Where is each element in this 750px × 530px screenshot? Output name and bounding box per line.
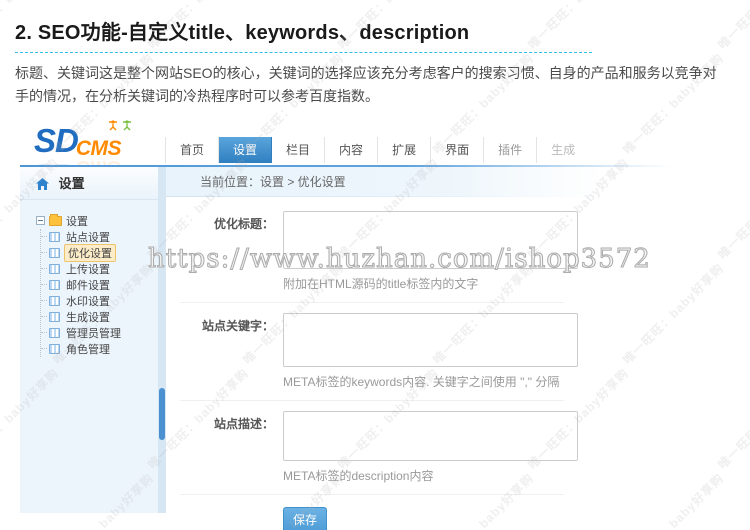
tab-home[interactable]: 首页	[165, 137, 220, 163]
nav-tabs: 首页 设置 栏目 内容 扩展 界面 插件 生成	[165, 137, 590, 163]
field-help: META标签的description内容	[283, 469, 434, 483]
tab-plugins[interactable]: 插件	[484, 137, 538, 163]
sidebar-item-site-settings[interactable]: 站点设置	[41, 229, 158, 245]
sidebar-item-label: 邮件设置	[66, 280, 110, 292]
tab-settings[interactable]: 设置	[219, 137, 273, 163]
breadcrumb: 当前位置：设置 > 优化设置	[166, 167, 728, 197]
sidebar-item-watermark-settings[interactable]: 水印设置	[41, 293, 158, 309]
collapse-icon[interactable]	[36, 216, 45, 225]
settings-tree: 设置 站点设置 优化设置 上传设置 邮件设置 水印设置 生成设置 管理员管理 角…	[20, 200, 158, 357]
tab-content[interactable]: 内容	[325, 137, 379, 163]
home-icon	[36, 169, 49, 202]
field-label: 站点关键字：	[201, 319, 274, 333]
form-row-title: 优化标题： 附加在HTML源码的title标签内的文字	[166, 211, 728, 292]
sidebar-item-role-management[interactable]: 角色管理	[41, 341, 158, 357]
row-divider	[180, 494, 564, 495]
seo-title-textarea[interactable]	[283, 211, 578, 269]
sidebar-item-label: 站点设置	[66, 232, 110, 244]
save-button[interactable]: 保存	[283, 507, 327, 530]
table-icon	[49, 296, 60, 306]
tree-root-label: 设置	[66, 215, 88, 228]
field-help: 附加在HTML源码的title标签内的文字	[283, 277, 479, 291]
intro-paragraph: 标题、关键词这是整个网站SEO的核心，关键词的选择应该充分考虑客户的搜索习惯、自…	[15, 65, 717, 104]
tab-columns[interactable]: 栏目	[272, 137, 326, 163]
page: 2. SEO功能-自定义title、keywords、description 标…	[0, 0, 750, 530]
stamp-watermark: 唯一旺旺：baby好享购	[714, 0, 750, 53]
title-divider	[15, 52, 592, 53]
sidebar-item-seo-settings[interactable]: 优化设置	[41, 244, 158, 262]
sidebar-item-label: 生成设置	[66, 312, 110, 324]
folder-icon	[49, 213, 62, 226]
site-keywords-textarea[interactable]	[283, 313, 578, 367]
sidebar-header: 设置	[20, 167, 158, 200]
admin-header: SDCMS SDCMS	[20, 118, 728, 194]
logo-sd-text: SD	[34, 122, 79, 159]
table-icon	[49, 264, 60, 274]
sidebar-item-upload-settings[interactable]: 上传设置	[41, 261, 158, 277]
site-description-textarea[interactable]	[283, 411, 578, 461]
tree-items: 站点设置 优化设置 上传设置 邮件设置 水印设置 生成设置 管理员管理 角色管理	[40, 229, 158, 357]
sidebar-item-admin-management[interactable]: 管理员管理	[41, 325, 158, 341]
logo-figures-icon	[108, 118, 134, 136]
logo: SDCMS SDCMS	[34, 120, 164, 194]
page-title: 2. SEO功能-自定义title、keywords、description	[15, 22, 470, 44]
form-row-keywords: 站点关键字： META标签的keywords内容. 关键字之间使用 "," 分隔	[166, 313, 728, 390]
sidebar-item-mail-settings[interactable]: 邮件设置	[41, 277, 158, 293]
table-icon	[49, 248, 60, 258]
tab-extend[interactable]: 扩展	[378, 137, 432, 163]
row-divider	[180, 400, 564, 401]
main-content: 当前位置：设置 > 优化设置 优化标题： 附加在HTML源码的title标签内的…	[166, 167, 728, 530]
sidebar-scrollbar[interactable]	[158, 167, 166, 513]
scrollbar-thumb[interactable]	[159, 388, 165, 440]
tree-root-settings[interactable]: 设置	[36, 212, 158, 229]
table-icon	[49, 328, 60, 338]
sidebar-item-label: 水印设置	[66, 296, 110, 308]
table-icon	[49, 232, 60, 242]
sidebar-item-generate-settings[interactable]: 生成设置	[41, 309, 158, 325]
field-help: META标签的keywords内容. 关键字之间使用 "," 分隔	[283, 375, 560, 389]
sidebar-header-label: 设置	[58, 176, 85, 191]
admin-panel: SDCMS SDCMS	[20, 118, 728, 530]
sidebar: 设置 设置 站点设置 优化设置 上传设置 邮件设置 水印设置 生成设置 管理员管…	[20, 167, 158, 513]
sidebar-item-label: 管理员管理	[66, 328, 121, 340]
sidebar-item-label: 角色管理	[66, 344, 110, 356]
form-row-description: 站点描述： META标签的description内容	[166, 411, 728, 484]
tab-interface[interactable]: 界面	[431, 137, 485, 163]
tab-generate[interactable]: 生成	[537, 137, 590, 163]
field-label: 站点描述：	[213, 417, 274, 431]
seo-form: 优化标题： 附加在HTML源码的title标签内的文字 站点关键字： META标…	[166, 197, 728, 530]
table-icon	[49, 312, 60, 322]
table-icon	[49, 344, 60, 354]
table-icon	[49, 280, 60, 290]
row-divider	[180, 302, 564, 303]
field-label: 优化标题：	[213, 217, 274, 231]
sidebar-item-label: 优化设置	[64, 244, 116, 262]
sidebar-item-label: 上传设置	[66, 264, 110, 276]
